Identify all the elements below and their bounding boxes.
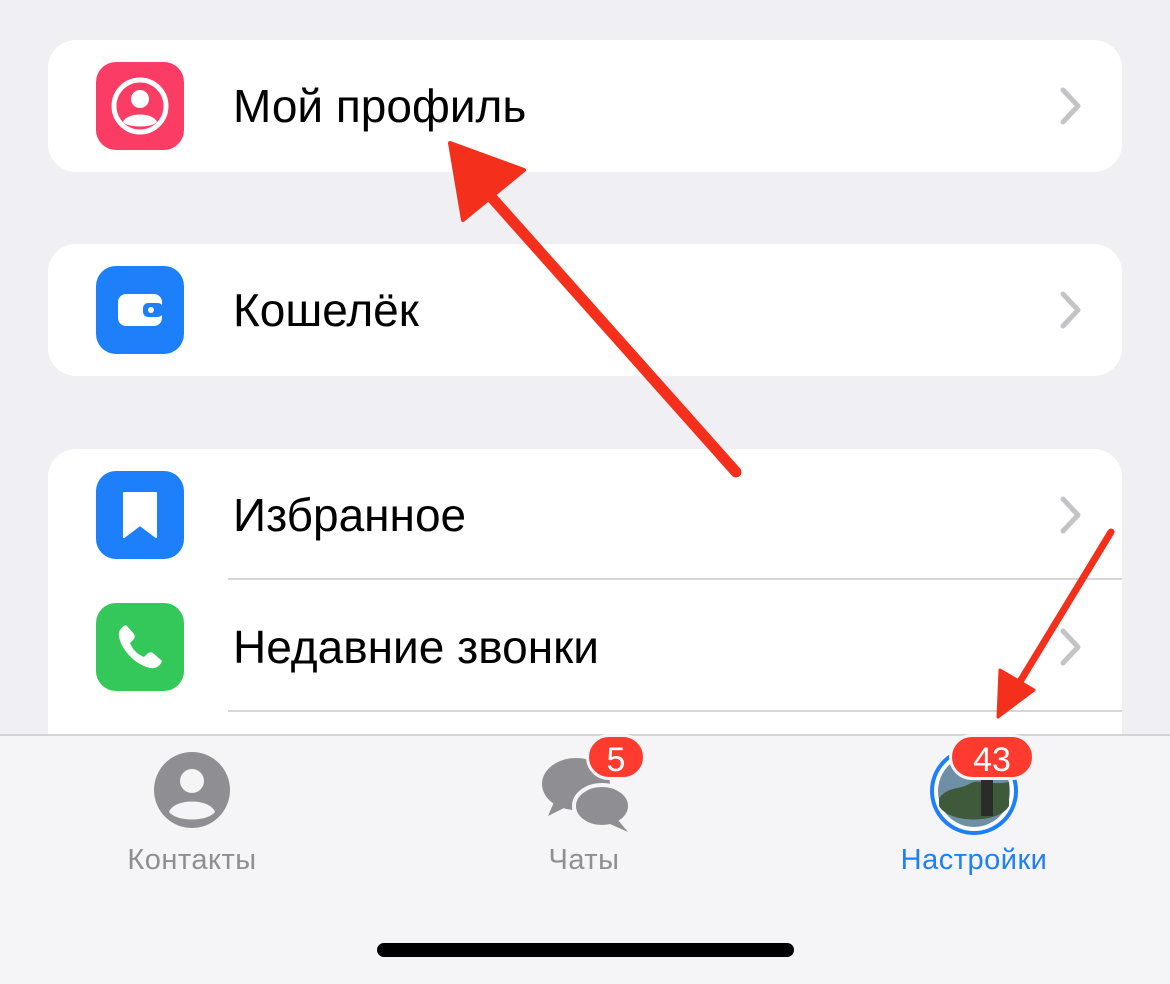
favorites-label: Избранное	[233, 489, 467, 541]
home-indicator[interactable]	[377, 943, 794, 957]
chevron-right-icon	[1060, 87, 1081, 125]
chats-badge: 5	[586, 734, 646, 780]
chevron-right-icon	[1060, 628, 1081, 666]
my-profile-label: Мой профиль	[233, 80, 527, 132]
chevron-right-icon	[1060, 291, 1081, 329]
favorites-row[interactable]: Избранное	[48, 449, 1122, 581]
tab-chats[interactable]: 5 Чаты	[434, 734, 734, 896]
phone-icon	[96, 603, 184, 691]
my-profile-row[interactable]: Мой профиль	[48, 40, 1122, 172]
recent-calls-row[interactable]: Недавние звонки	[48, 581, 1122, 713]
tab-contacts[interactable]: Контакты	[42, 736, 342, 896]
wallet-row[interactable]: Кошелёк	[48, 244, 1122, 376]
wallet-label: Кошелёк	[233, 284, 419, 336]
row-separator	[228, 578, 1122, 580]
bookmark-icon	[96, 471, 184, 559]
tab-settings[interactable]: 43 Настройки	[824, 734, 1124, 896]
misc-group: Избранное Недавние звонки	[48, 449, 1122, 769]
wallet-group: Кошелёк	[48, 244, 1122, 376]
person-circle-icon	[96, 62, 184, 150]
settings-badge: 43	[949, 734, 1035, 780]
profile-group: Мой профиль	[48, 40, 1122, 172]
tab-settings-label: Настройки	[900, 844, 1048, 876]
recent-calls-label: Недавние звонки	[233, 621, 599, 673]
row-separator	[228, 710, 1122, 712]
person-circle-icon	[154, 752, 230, 828]
chevron-right-icon	[1060, 496, 1081, 534]
wallet-icon	[96, 266, 184, 354]
tab-chats-label: Чаты	[548, 844, 620, 876]
tab-contacts-label: Контакты	[127, 844, 257, 876]
